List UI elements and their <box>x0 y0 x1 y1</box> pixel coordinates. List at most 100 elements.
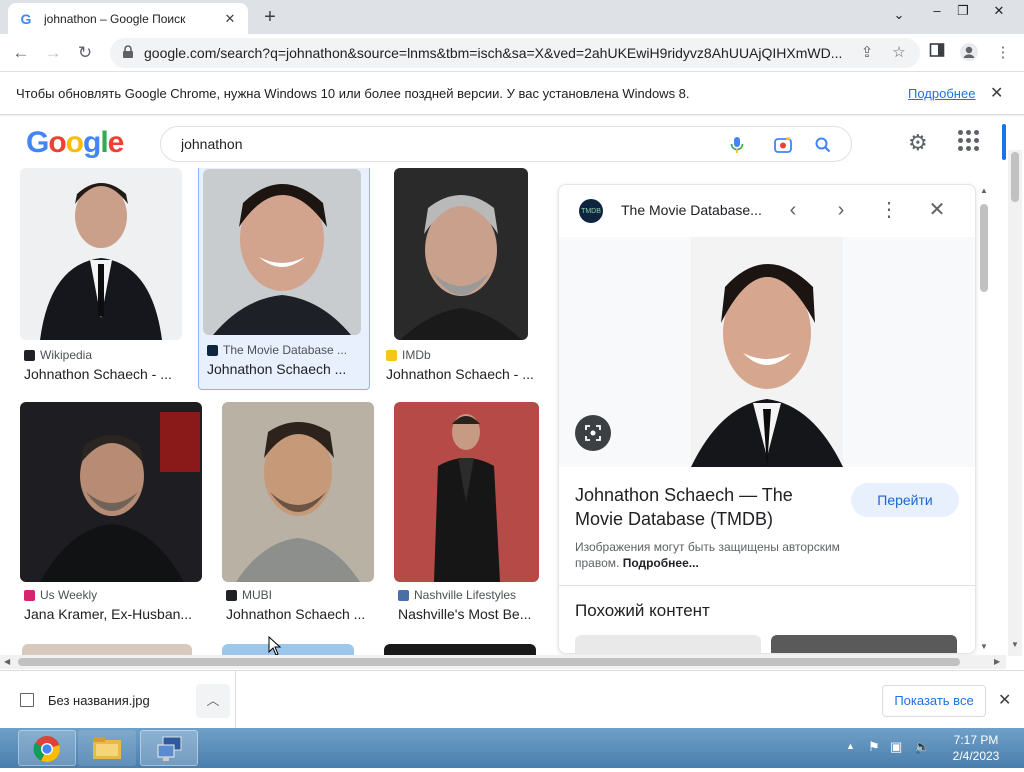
result-image[interactable] <box>394 168 528 340</box>
show-all-downloads-button[interactable]: Показать все <box>882 685 986 717</box>
download-item[interactable]: Без названия.jpg ︿ <box>0 671 236 729</box>
search-box[interactable] <box>160 126 852 162</box>
previous-chevron-icon[interactable]: ‹ <box>781 199 805 223</box>
volume-muted-icon[interactable]: 🔈 <box>914 739 930 755</box>
copyright-note: Изображения могут быть защищены авторски… <box>575 540 840 570</box>
bookmark-star-icon[interactable]: ☆ <box>888 42 910 64</box>
result-source[interactable]: Wikipedia <box>24 348 92 362</box>
result-source[interactable]: MUBI <box>226 588 272 602</box>
horizontal-scrollbar-thumb[interactable] <box>18 658 960 666</box>
result-image[interactable] <box>20 402 202 582</box>
next-chevron-icon[interactable]: › <box>829 199 853 223</box>
result-image[interactable] <box>394 402 539 582</box>
search-input[interactable] <box>181 134 681 154</box>
address-bar[interactable]: google.com/search?q=johnathon&source=lnm… <box>110 38 920 68</box>
tmdb-favicon-icon[interactable]: TMDB <box>579 199 603 223</box>
tray-expand-icon[interactable]: ▲ <box>846 741 855 751</box>
related-thumbnail[interactable] <box>771 635 957 653</box>
microphone-icon[interactable] <box>727 135 747 155</box>
result-source[interactable]: IMDb <box>386 348 431 362</box>
share-icon[interactable]: ⇪ <box>856 42 878 64</box>
chrome-taskbar-button[interactable] <box>18 730 76 766</box>
result-image[interactable] <box>20 168 182 340</box>
result-image[interactable] <box>203 169 361 335</box>
tmdb-favicon-icon <box>207 344 218 356</box>
camera-lens-icon[interactable] <box>773 135 793 155</box>
image-result-card[interactable]: IMDb Johnathon Schaech - ... <box>386 168 540 386</box>
settings-gear-icon[interactable]: ⚙ <box>908 130 928 156</box>
panel-source-title[interactable]: The Movie Database... <box>621 202 762 218</box>
result-source[interactable]: Us Weekly <box>24 588 97 602</box>
restore-button[interactable]: ❐ <box>948 2 978 22</box>
more-options-icon[interactable]: ⋮ <box>877 199 901 223</box>
url-text[interactable]: google.com/search?q=johnathon&source=lnm… <box>144 45 844 61</box>
update-infobar: Чтобы обновлять Google Chrome, нужна Win… <box>0 73 1024 115</box>
tab-title: johnathon – Google Поиск <box>44 11 186 26</box>
chrome-icon <box>33 736 60 763</box>
download-filename[interactable]: Без названия.jpg <box>48 693 150 708</box>
image-result-card[interactable]: Wikipedia Johnathon Schaech - ... <box>20 168 182 386</box>
result-image-partial[interactable] <box>22 644 192 655</box>
result-caption[interactable]: Nashville's Most Be... <box>398 606 531 622</box>
mubi-favicon-icon <box>226 589 237 601</box>
image-result-card[interactable]: Nashville Lifestyles Nashville's Most Be… <box>394 402 542 626</box>
result-source[interactable]: The Movie Database ... <box>207 343 347 357</box>
reload-button[interactable]: ↻ <box>72 40 98 66</box>
panel-scrollbar[interactable]: ▲ ▼ <box>978 186 990 654</box>
panel-image-title[interactable]: Johnathon Schaech — The Movie Database (… <box>575 483 825 531</box>
google-apps-icon[interactable] <box>958 130 980 152</box>
panel-scrollbar-thumb[interactable] <box>980 204 988 292</box>
infobar-message: Чтобы обновлять Google Chrome, нужна Win… <box>16 86 690 101</box>
menu-kebab-icon[interactable]: ⋮ <box>992 42 1014 64</box>
tab-close-icon[interactable]: ✕ <box>222 11 238 27</box>
explorer-taskbar-button[interactable] <box>78 730 136 766</box>
result-caption[interactable]: Johnathon Schaech - ... <box>386 366 534 382</box>
visit-button[interactable]: Перейти <box>851 483 959 517</box>
lock-icon[interactable] <box>122 44 136 62</box>
result-caption[interactable]: Johnathon Schaech ... <box>207 361 346 377</box>
result-caption[interactable]: Johnathon Schaech - ... <box>24 366 172 382</box>
window-close-button[interactable]: ✕ <box>984 2 1014 22</box>
download-options-chevron-icon[interactable]: ︿ <box>196 684 230 718</box>
copyright-learn-more-link[interactable]: Подробнее... <box>623 556 699 570</box>
usweekly-favicon-icon <box>24 589 35 601</box>
page-horizontal-scrollbar[interactable]: ◀ ▶ <box>0 655 1006 669</box>
computer-icon <box>157 736 182 761</box>
search-icon[interactable] <box>813 135 833 155</box>
related-thumbnail[interactable] <box>575 635 761 653</box>
result-image-partial[interactable] <box>384 644 536 655</box>
page-scrollbar-thumb[interactable] <box>1011 152 1019 202</box>
profile-avatar-icon[interactable] <box>958 42 980 64</box>
action-center-flag-icon[interactable]: ⚑ <box>868 739 880 755</box>
google-lens-icon[interactable] <box>575 415 611 451</box>
google-logo-letter: e <box>107 126 125 159</box>
image-result-card-selected[interactable]: The Movie Database ... Johnathon Schaech… <box>198 168 370 390</box>
result-caption[interactable]: Johnathon Schaech ... <box>226 606 365 622</box>
downloads-bar: Без названия.jpg ︿ Показать все ✕ <box>0 670 1024 729</box>
clock[interactable]: 7:17 PM 2/4/2023 <box>946 732 1006 764</box>
tab-strip: G johnathon – Google Поиск ✕ + ⌄ – ❐ ✕ <box>0 0 1024 34</box>
imdb-favicon-icon <box>386 349 397 361</box>
result-caption[interactable]: Jana Kramer, Ex-Husban... <box>24 606 192 622</box>
browser-tab[interactable]: G johnathon – Google Поиск ✕ <box>8 3 248 34</box>
google-logo-letter: l <box>100 126 108 159</box>
tab-search-button[interactable]: ⌄ <box>884 6 914 26</box>
infobar-close-icon[interactable]: ✕ <box>990 83 1003 103</box>
back-button[interactable]: ← <box>8 40 34 66</box>
downloads-bar-close-icon[interactable]: ✕ <box>998 690 1011 710</box>
result-image[interactable] <box>222 402 374 582</box>
panel-close-icon[interactable]: ✕ <box>925 199 949 223</box>
forward-button[interactable]: → <box>40 40 66 66</box>
result-source[interactable]: Nashville Lifestyles <box>398 588 516 602</box>
result-image-partial[interactable] <box>222 644 354 655</box>
remote-desktop-taskbar-button[interactable] <box>140 730 198 766</box>
side-panel-icon[interactable] <box>926 42 948 64</box>
new-tab-button[interactable]: + <box>258 6 282 30</box>
infobar-learn-more-link[interactable]: Подробнее <box>908 86 975 101</box>
preview-image[interactable] <box>691 237 843 467</box>
image-result-card[interactable]: MUBI Johnathon Schaech ... <box>222 402 378 626</box>
image-result-card[interactable]: Us Weekly Jana Kramer, Ex-Husban... <box>20 402 204 626</box>
page-vertical-scrollbar[interactable]: ▼ <box>1008 150 1022 656</box>
network-icon[interactable]: ▣ <box>890 739 902 755</box>
google-logo[interactable]: Google <box>26 126 125 160</box>
